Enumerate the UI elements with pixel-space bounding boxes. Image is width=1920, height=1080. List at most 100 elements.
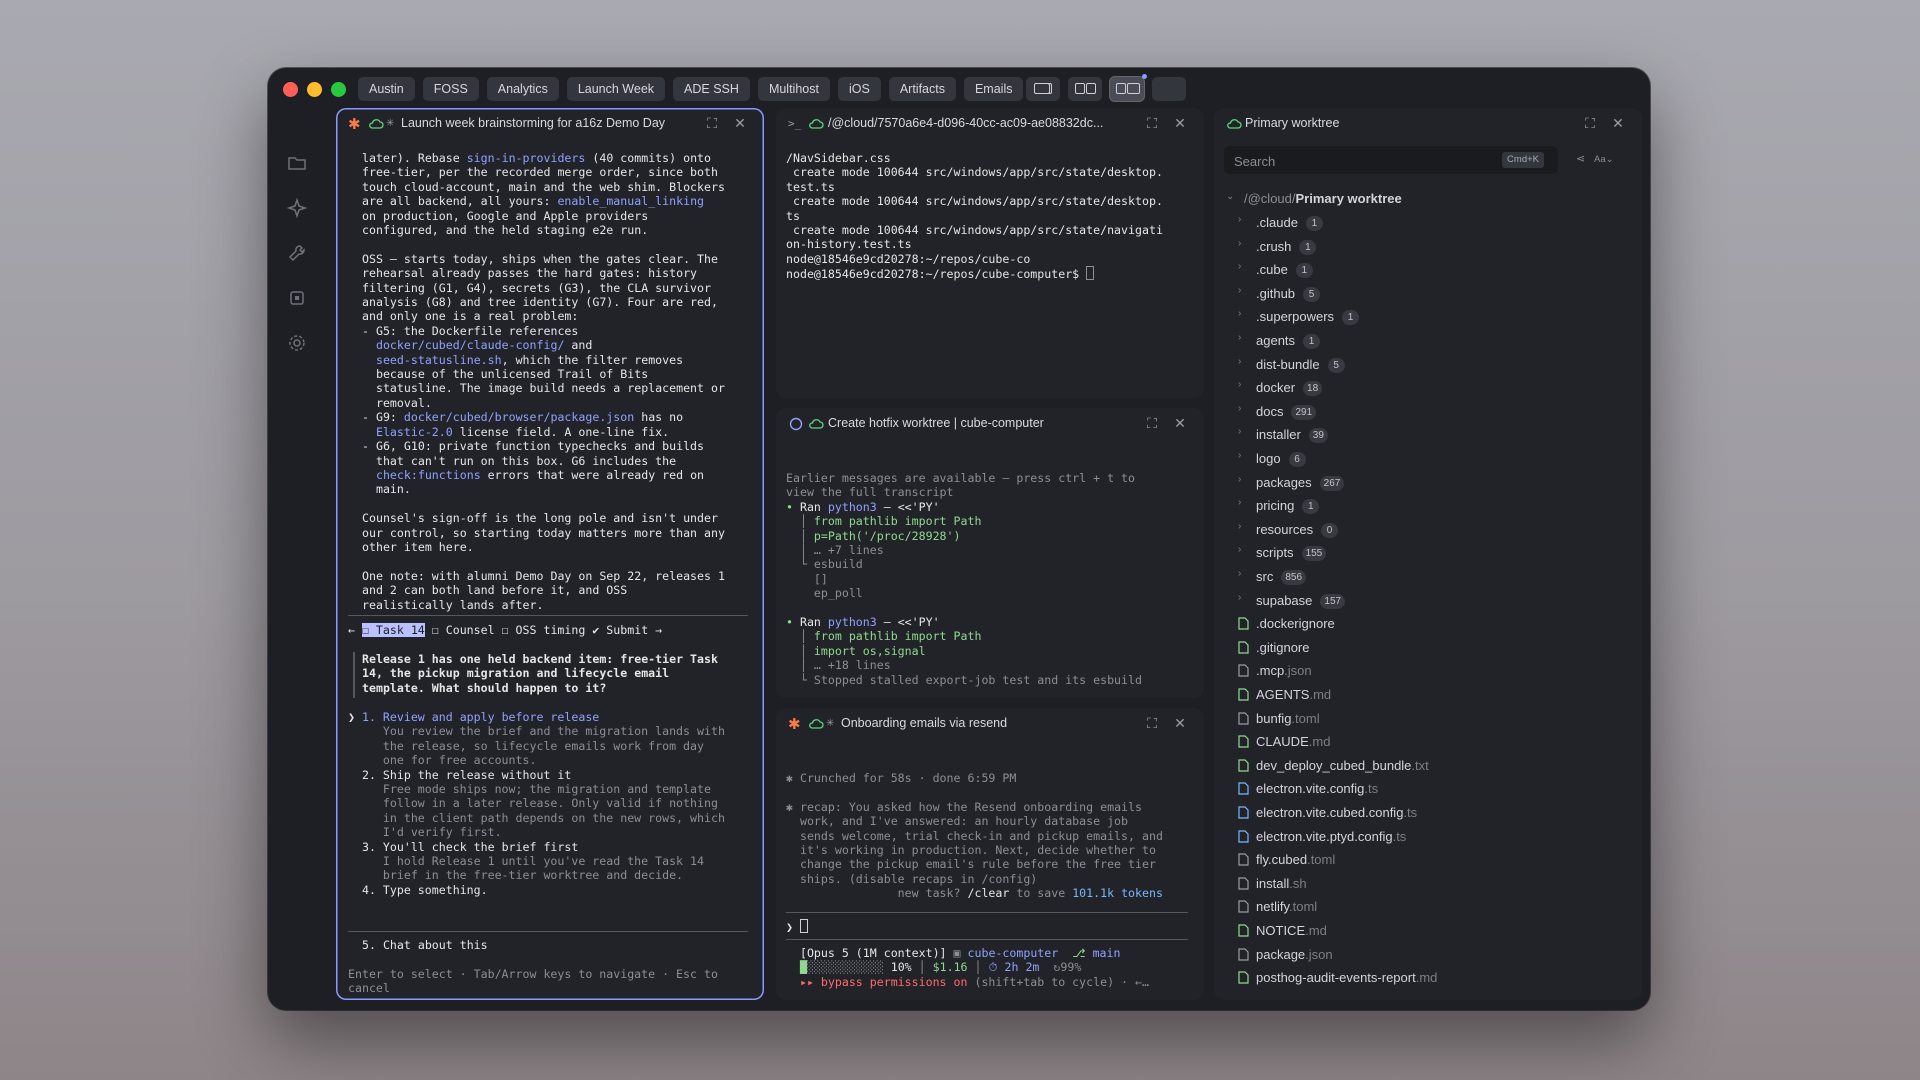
prompt-input[interactable]: ❯ (786, 919, 808, 934)
layout-split-icon[interactable] (1068, 77, 1102, 101)
folder-label: agents (1256, 333, 1296, 348)
option-item[interactable]: 4. Type something. (348, 883, 725, 897)
workspace-tab-launch-week[interactable]: Launch Week (566, 77, 666, 101)
tab-task-14[interactable]: ☐ Task 14 (361, 623, 425, 637)
transcript-line: our control, so starting today matters m… (362, 526, 725, 540)
chat-pane-onboarding[interactable]: ✱ ✳ Onboarding emails via resend ⛶ ✕ ✱ C… (776, 708, 1204, 1000)
close-window-button[interactable] (283, 82, 298, 97)
workspace-tab-ios[interactable]: iOS (837, 77, 881, 101)
workspace-tab-foss[interactable]: FOSS (422, 77, 479, 101)
option-spacer (348, 840, 362, 854)
option-description: I hold Release 1 until you've read the T… (348, 854, 704, 869)
option-label: 3. You'll check the brief first (361, 839, 579, 854)
folder-label: dist-bundle (1256, 356, 1320, 372)
expand-icon[interactable]: ⛶ (1144, 116, 1160, 132)
close-icon[interactable]: ✕ (732, 116, 748, 132)
workspace-tab-artifacts[interactable]: Artifacts (888, 77, 956, 101)
option-description: Free mode ships now; the migration and t… (348, 782, 711, 797)
expand-icon[interactable]: ⛶ (1144, 416, 1160, 432)
layout-empty-icon[interactable] (1152, 77, 1186, 101)
folder-name: supabase 157 (1256, 593, 1346, 609)
tab-counsel[interactable]: ☐ Counsel (432, 623, 495, 637)
option-description: in the client path depends on the new ro… (348, 810, 725, 825)
transcript-line: on production, Google and Apple provider… (362, 209, 725, 223)
spinner-asterisk-icon: ✱ (348, 115, 361, 133)
terminal-pane[interactable]: >_ /@cloud/7570a6e4-d096-40cc-ac09-ae088… (776, 108, 1204, 398)
expand-icon[interactable]: ⛶ (1144, 716, 1160, 732)
chevron-right-icon: › (1238, 450, 1242, 461)
count-badge: 856 (1281, 570, 1307, 585)
file-basename: CLAUDE (1256, 734, 1309, 750)
close-icon[interactable]: ✕ (1172, 716, 1188, 732)
text-span: │ (967, 960, 989, 975)
tab-oss-timing[interactable]: ☐ OSS timing (502, 623, 586, 637)
text-span: │ (786, 514, 814, 529)
chat-pane-launch-week[interactable]: ✱ ✳ Launch week brainstorming for a16z D… (336, 108, 764, 1000)
text-span: ▣ (953, 946, 968, 960)
nav-right-arrow[interactable]: → (655, 623, 662, 637)
layout-switcher (1026, 74, 1186, 101)
chat-transcript: later). Rebase sign-in-providers (40 com… (362, 151, 725, 612)
folder-name: .superpowers 1 (1256, 309, 1360, 326)
chat-about-option[interactable]: 5. Chat about this (362, 938, 488, 952)
minimize-window-button[interactable] (307, 82, 322, 97)
text-span: touch cloud-account, main and the web sh… (362, 179, 725, 194)
workspace-tab-ade-ssh[interactable]: ADE SSH (673, 77, 750, 101)
transcript-line (786, 785, 1163, 799)
close-icon[interactable]: ✕ (1610, 116, 1626, 132)
workspace-tab-emails[interactable]: Emails (963, 77, 1024, 101)
option-item[interactable]: 2. Ship the release without it (348, 768, 725, 782)
root-name: Primary worktree (1295, 191, 1402, 206)
text-span: removal. (362, 395, 432, 410)
text-span: enable_manual_linking (557, 194, 705, 209)
close-icon[interactable]: ✕ (1172, 416, 1188, 432)
zoom-window-button[interactable] (331, 82, 346, 97)
text-span: configured, and the held staging e2e run… (362, 223, 649, 238)
expand-icon[interactable]: ⛶ (1582, 116, 1598, 132)
question-line: Release 1 has one held backend item: fre… (362, 652, 718, 666)
option-item[interactable]: ❯ 1. Review and apply before release (348, 710, 725, 724)
layout-grid-icon[interactable] (1110, 74, 1147, 101)
settings-gear-icon[interactable] (286, 332, 308, 354)
file-explorer-pane[interactable]: Primary worktree ⛶ ✕ Cmd+K ⋖ Aa⌄ ⌄ /@clo… (1214, 108, 1642, 1000)
chevron-down-icon: ⌄ (1226, 191, 1235, 202)
option-item[interactable]: 3. You'll check the brief first (348, 840, 725, 854)
divider (348, 931, 748, 932)
sparkle-icon[interactable] (286, 197, 308, 219)
folder-name: .claude 1 (1256, 215, 1323, 231)
chat-pane-hotfix[interactable]: Create hotfix worktree | cube-computer ⛶… (776, 408, 1204, 698)
nav-left-arrow[interactable]: ← (348, 623, 355, 637)
file-basename: AGENTS (1256, 687, 1310, 702)
chevron-right-icon: › (1238, 473, 1242, 485)
folder-label: resources (1256, 521, 1314, 537)
tab-submit[interactable]: ✔ Submit (592, 623, 648, 637)
option-description: follow in a later release. Only valid if… (348, 796, 718, 811)
workspace-tab-austin[interactable]: Austin (358, 77, 415, 101)
file-name: electron.vite.ptyd.config.ts (1256, 829, 1406, 844)
cloud-icon (808, 116, 824, 132)
transcript-line: other item here. (362, 540, 725, 554)
pane-title: Launch week brainstorming for a16z Demo … (401, 116, 666, 130)
count-badge: 0 (1321, 522, 1339, 538)
share-icon[interactable]: ⋖ (1576, 152, 1585, 165)
file-icon (1238, 735, 1249, 748)
expand-icon[interactable]: ⛶ (704, 116, 720, 132)
file-search-input[interactable] (1232, 150, 1456, 172)
question-line: 14, the pickup migration and lifecycle e… (362, 666, 670, 681)
close-icon[interactable]: ✕ (1172, 116, 1188, 132)
transcript-line: OSS — starts today, ships when the gates… (362, 252, 725, 266)
file-name: NOTICE.md (1256, 923, 1327, 938)
layout-single-icon[interactable] (1026, 77, 1060, 101)
workspace-tab-analytics[interactable]: Analytics (486, 77, 559, 101)
transcript-line: ✱ recap: You asked how the Resend onboar… (786, 800, 1163, 814)
wrench-icon[interactable] (286, 242, 308, 264)
match-case-icon[interactable]: Aa⌄ (1594, 154, 1614, 165)
text-span: because of the unlicensed Trail of Bits (362, 367, 649, 382)
chip-icon[interactable] (286, 287, 308, 309)
folder-name: docker 18 (1256, 380, 1323, 397)
transcript-line: seed-statusline.sh, which the filter rem… (362, 353, 725, 367)
file-extension: .ts (1403, 805, 1418, 820)
search-shortcut: Cmd+K (1502, 152, 1544, 168)
folder-icon[interactable] (286, 152, 308, 174)
workspace-tab-multihost[interactable]: Multihost (757, 77, 830, 101)
